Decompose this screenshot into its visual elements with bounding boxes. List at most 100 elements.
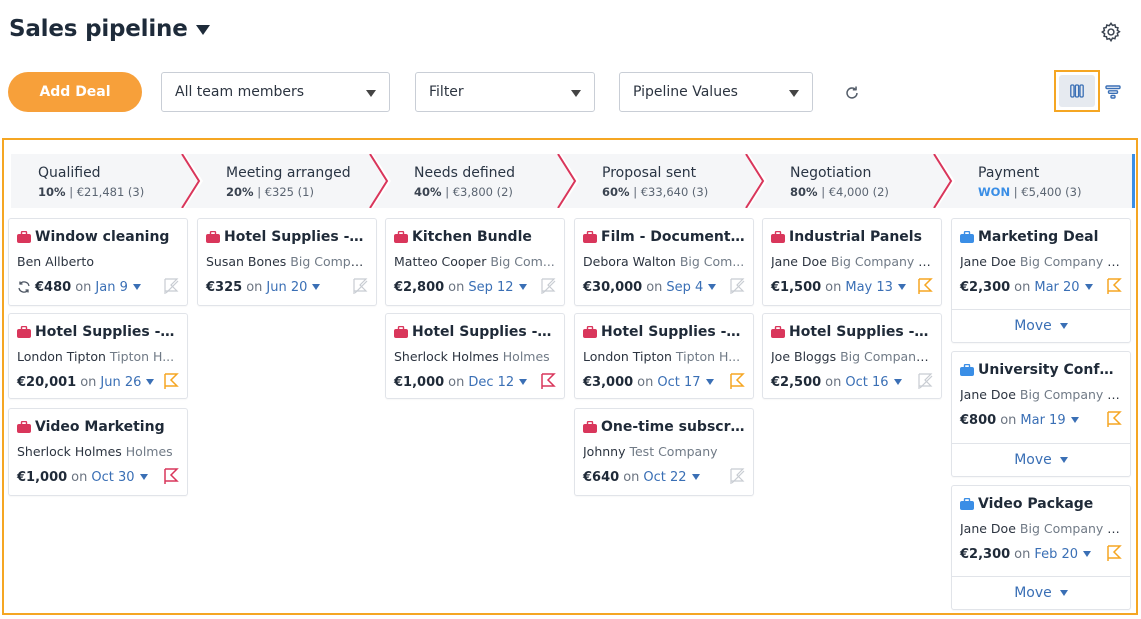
close-date[interactable]: Dec 12: [468, 375, 514, 390]
caret-down-icon[interactable]: [195, 25, 210, 35]
close-date[interactable]: Jun 26: [100, 375, 141, 390]
deal-card[interactable]: Window cleaning Ben Allberto €480 on Jan…: [8, 218, 188, 306]
close-date[interactable]: Oct 17: [657, 375, 700, 390]
flag-icon[interactable]: [540, 278, 556, 295]
deal-card[interactable]: Hotel Supplies - Ca... London Tipton Tip…: [8, 313, 188, 399]
move-label: Move: [1014, 452, 1052, 468]
deal-title[interactable]: University Confere...: [960, 362, 1122, 378]
move-button[interactable]: Move: [952, 443, 1130, 476]
funnel-view-icon[interactable]: [1105, 84, 1121, 100]
columns-icon: [1070, 84, 1084, 98]
page-title-dropdown[interactable]: Sales pipeline: [9, 16, 210, 42]
chevron-down-icon[interactable]: [1070, 417, 1079, 423]
deal-card[interactable]: Hotel Supplies - W... London Tipton Tipt…: [574, 313, 754, 399]
flag-icon[interactable]: [729, 278, 745, 295]
briefcase-icon: [394, 231, 408, 243]
company-name: Tipton H...: [109, 349, 175, 364]
flag-icon[interactable]: [917, 278, 933, 295]
flag-icon[interactable]: [352, 278, 368, 295]
chevron-down-icon[interactable]: [691, 474, 700, 480]
deal-title[interactable]: Hotel Supplies - To...: [394, 324, 556, 340]
chevron-down-icon[interactable]: [893, 379, 902, 385]
deal-contact: Jane Doe Big Company Inc: [960, 254, 1122, 269]
filter-select[interactable]: Filter: [415, 72, 595, 112]
chevron-down-icon[interactable]: [312, 284, 321, 290]
deal-title[interactable]: Window cleaning: [17, 229, 179, 245]
deal-card[interactable]: One-time subscrip... Johnny Test Company…: [574, 408, 754, 496]
contact-name: Joe Bloggs: [771, 349, 837, 364]
deal-card[interactable]: Film - Documentary Debora Walton Big Com…: [574, 218, 754, 306]
deal-title-text: Hotel Supplies - Ca...: [35, 324, 179, 340]
chevron-down-icon[interactable]: [519, 379, 528, 385]
flag-icon[interactable]: [540, 373, 556, 390]
stage-name: Meeting arranged: [226, 165, 351, 181]
deal-title[interactable]: Hotel Supplies - N...: [771, 324, 933, 340]
board-view-button[interactable]: [1054, 70, 1100, 112]
flag-icon[interactable]: [1106, 545, 1122, 562]
deal-card[interactable]: Marketing Deal Jane Doe Big Company Inc …: [951, 218, 1131, 343]
deal-value: €480: [35, 279, 72, 295]
close-date[interactable]: Sep 12: [468, 280, 513, 295]
chevron-down-icon[interactable]: [708, 284, 717, 290]
deal-value: €20,001: [17, 374, 77, 390]
stage-header-bar: Qualified 10% | €21,481 (3) Meeting arra…: [11, 154, 1135, 208]
deal-title[interactable]: Hotel Supplies - Ca...: [17, 324, 179, 340]
flag-icon[interactable]: [729, 468, 745, 485]
deal-title[interactable]: Marketing Deal: [960, 229, 1122, 245]
close-date[interactable]: Sep 4: [666, 280, 703, 295]
deal-card[interactable]: Industrial Panels Jane Doe Big Company I…: [762, 218, 942, 306]
flag-icon[interactable]: [163, 373, 179, 390]
close-date[interactable]: Oct 30: [91, 470, 134, 485]
add-deal-button[interactable]: Add Deal: [8, 72, 142, 112]
deal-title[interactable]: One-time subscrip...: [583, 419, 745, 435]
stage-summary: 40% | €3,800 (2): [414, 185, 513, 199]
close-date[interactable]: Feb 20: [1034, 547, 1078, 562]
deal-title[interactable]: Film - Documentary: [583, 229, 745, 245]
deal-title[interactable]: Hotel Supplies - De...: [206, 229, 368, 245]
flag-icon[interactable]: [917, 373, 933, 390]
deal-card[interactable]: University Confere... Jane Doe Big Compa…: [951, 351, 1131, 477]
close-date[interactable]: Mar 20: [1034, 280, 1079, 295]
deal-title[interactable]: Hotel Supplies - W...: [583, 324, 745, 340]
gear-icon[interactable]: [1100, 21, 1122, 43]
pipeline-values-select[interactable]: Pipeline Values: [619, 72, 813, 112]
deal-title[interactable]: Industrial Panels: [771, 229, 933, 245]
chevron-down-icon[interactable]: [146, 379, 155, 385]
deal-title[interactable]: Kitchen Bundle: [394, 229, 556, 245]
chevron-down-icon[interactable]: [139, 474, 148, 480]
close-date[interactable]: Oct 22: [643, 470, 686, 485]
chevron-down-icon: [1059, 590, 1068, 596]
close-date[interactable]: Jan 9: [95, 280, 127, 295]
chevron-down-icon[interactable]: [897, 284, 906, 290]
close-date[interactable]: Oct 16: [845, 375, 888, 390]
close-date[interactable]: Jun 20: [266, 280, 307, 295]
chevron-down-icon[interactable]: [705, 379, 714, 385]
deal-title[interactable]: Video Package: [960, 496, 1122, 512]
chevron-down-icon[interactable]: [518, 284, 527, 290]
move-button[interactable]: Move: [952, 309, 1130, 342]
team-members-select[interactable]: All team members: [161, 72, 390, 112]
close-date[interactable]: Mar 19: [1020, 413, 1065, 428]
refresh-icon[interactable]: [843, 84, 861, 102]
deal-card[interactable]: Video Package Jane Doe Big Company Inc €…: [951, 485, 1131, 610]
chevron-down-icon[interactable]: [132, 284, 141, 290]
flag-icon[interactable]: [163, 468, 179, 485]
flag-icon[interactable]: [163, 278, 179, 295]
on-label: on: [825, 279, 842, 295]
flag-icon[interactable]: [1106, 411, 1122, 428]
flag-icon[interactable]: [1106, 278, 1122, 295]
deal-card[interactable]: Hotel Supplies - To... Sherlock Holmes H…: [385, 313, 565, 399]
deal-title[interactable]: Video Marketing: [17, 419, 179, 435]
deal-card[interactable]: Video Marketing Sherlock Holmes Holmes €…: [8, 408, 188, 496]
deal-card[interactable]: Hotel Supplies - De... Susan Bones Big C…: [197, 218, 377, 306]
deal-card[interactable]: Kitchen Bundle Matteo Cooper Big Com... …: [385, 218, 565, 306]
deal-contact: Joe Bloggs Big Company ...: [771, 349, 933, 364]
contact-name: Jane Doe: [960, 387, 1016, 402]
chevron-down-icon[interactable]: [1084, 284, 1093, 290]
deal-card[interactable]: Hotel Supplies - N... Joe Bloggs Big Com…: [762, 313, 942, 399]
flag-icon[interactable]: [729, 373, 745, 390]
close-date[interactable]: May 13: [845, 280, 893, 295]
move-button[interactable]: Move: [952, 576, 1130, 609]
chevron-down-icon[interactable]: [1083, 551, 1092, 557]
deal-title-text: Video Package: [978, 496, 1094, 512]
